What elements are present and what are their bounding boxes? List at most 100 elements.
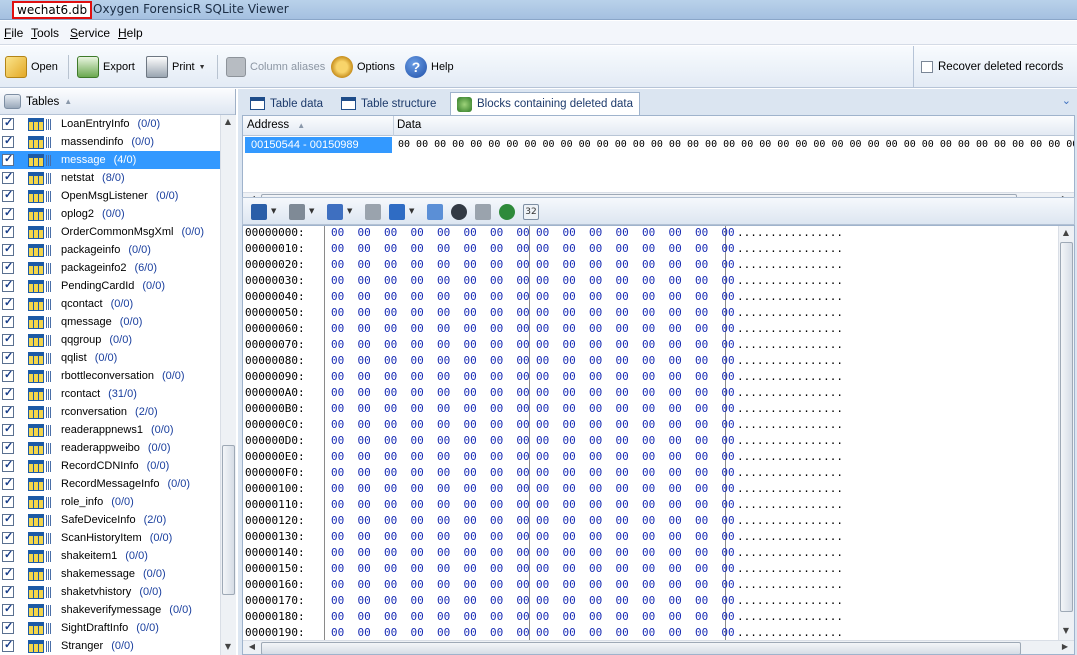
hex-ascii[interactable]: ................ xyxy=(737,322,843,335)
hex-vertical-scrollbar[interactable]: ▲ ▼ xyxy=(1058,226,1074,640)
hex-bytes-group[interactable]: 00 00 00 00 00 00 00 00 xyxy=(536,514,735,527)
hex-bytes-group[interactable]: 00 00 00 00 00 00 00 00 xyxy=(536,418,735,431)
table-list-item[interactable]: ScanHistoryItem (0/0) xyxy=(0,529,220,547)
checkbox-checked-icon[interactable] xyxy=(2,584,14,598)
hex-ascii[interactable]: ................ xyxy=(737,402,843,415)
tab-table-data[interactable]: Table data xyxy=(244,92,329,115)
hex-ascii[interactable]: ................ xyxy=(737,594,843,607)
recover-deleted-records-checkbox[interactable]: Recover deleted records xyxy=(913,46,1077,88)
hex-line[interactable]: 00000130: 00 00 00 00 00 00 00 00 00 00 00… xyxy=(243,530,1058,546)
menu-help[interactable]: Help xyxy=(118,26,143,40)
hex-line[interactable]: 000000F0: 00 00 00 00 00 00 00 00 00 00 00… xyxy=(243,466,1058,482)
hex-bytes-group[interactable]: 00 00 00 00 00 00 00 00 xyxy=(331,418,530,431)
scroll-up-icon[interactable]: ▲ xyxy=(1059,228,1073,237)
hex-ascii[interactable]: ................ xyxy=(737,610,843,623)
hex-ascii[interactable]: ................ xyxy=(737,530,843,543)
column-aliases-button[interactable]: Column aliases xyxy=(226,54,325,80)
scrollbar-thumb[interactable] xyxy=(222,445,235,595)
table-list-item[interactable]: readerappweibo (0/0) xyxy=(0,439,220,457)
hex-bytes-group[interactable]: 00 00 00 00 00 00 00 00 xyxy=(536,546,735,559)
hex-bytes-group[interactable]: 00 00 00 00 00 00 00 00 xyxy=(331,354,530,367)
hex-bytes-group[interactable]: 00 00 00 00 00 00 00 00 xyxy=(536,402,735,415)
hex-bytes-group[interactable]: 00 00 00 00 00 00 00 00 xyxy=(331,258,530,271)
tables-header[interactable]: Tables ▲ xyxy=(0,89,235,115)
hex-line[interactable]: 00000120: 00 00 00 00 00 00 00 00 00 00 00… xyxy=(243,514,1058,530)
copy-disabled-icon[interactable] xyxy=(365,204,381,220)
checkbox-checked-icon[interactable] xyxy=(2,116,14,130)
tab-table-structure[interactable]: Table structure xyxy=(335,92,442,115)
table-list-item[interactable]: rcontact (31/0) xyxy=(0,385,220,403)
hex-ascii[interactable]: ................ xyxy=(737,466,843,479)
checkbox-checked-icon[interactable] xyxy=(2,242,14,256)
hex-line[interactable]: 00000110: 00 00 00 00 00 00 00 00 00 00 00… xyxy=(243,498,1058,514)
data-cell[interactable]: 00 00 00 00 00 00 00 00 00 00 00 00 00 0… xyxy=(398,137,1074,153)
collapse-chevron-icon[interactable]: ⌄ xyxy=(1062,94,1071,107)
hex-bytes-group[interactable]: 00 00 00 00 00 00 00 00 xyxy=(331,322,530,335)
hex-bytes-group[interactable]: 00 00 00 00 00 00 00 00 xyxy=(331,610,530,623)
bytes-per-row-icon[interactable]: 32 xyxy=(523,204,539,220)
hex-line[interactable]: 00000140: 00 00 00 00 00 00 00 00 00 00 00… xyxy=(243,546,1058,562)
table-list-item[interactable]: shakeverifymessage (0/0) xyxy=(0,601,220,619)
tables-scrollbar[interactable]: ▲ ▼ xyxy=(220,115,236,655)
hex-ascii[interactable]: ................ xyxy=(737,482,843,495)
hex-ascii[interactable]: ................ xyxy=(737,290,843,303)
hex-bytes-group[interactable]: 00 00 00 00 00 00 00 00 xyxy=(536,482,735,495)
hex-ascii[interactable]: ................ xyxy=(737,338,843,351)
font-icon[interactable] xyxy=(327,204,343,220)
hex-bytes-group[interactable]: 00 00 00 00 00 00 00 00 xyxy=(536,562,735,575)
checkbox-checked-icon[interactable] xyxy=(2,170,14,184)
hex-ascii[interactable]: ................ xyxy=(737,514,843,527)
hex-bytes-group[interactable]: 00 00 00 00 00 00 00 00 xyxy=(331,450,530,463)
table-list-item[interactable]: message (4/0) xyxy=(0,151,220,169)
hex-ascii[interactable]: ................ xyxy=(737,450,843,463)
hex-ascii[interactable]: ................ xyxy=(737,242,843,255)
hex-ascii[interactable]: ................ xyxy=(737,418,843,431)
address-cell[interactable]: 00150544 - 00150989 xyxy=(245,137,392,153)
hex-bytes-group[interactable]: 00 00 00 00 00 00 00 00 xyxy=(536,530,735,543)
hex-bytes-group[interactable]: 00 00 00 00 00 00 00 00 xyxy=(331,498,530,511)
scrollbar-thumb[interactable] xyxy=(261,642,1021,654)
help-button[interactable]: ? Help xyxy=(405,54,454,80)
checkbox-checked-icon[interactable] xyxy=(2,134,14,148)
hex-bytes-group[interactable]: 00 00 00 00 00 00 00 00 xyxy=(331,242,530,255)
options-button[interactable]: Options xyxy=(331,54,395,80)
hex-bytes-group[interactable]: 00 00 00 00 00 00 00 00 xyxy=(536,578,735,591)
checkbox-checked-icon[interactable] xyxy=(2,278,14,292)
scroll-up-icon[interactable]: ▲ xyxy=(221,117,235,126)
export-button[interactable]: Export xyxy=(77,54,135,80)
checkbox-checked-icon[interactable] xyxy=(2,458,14,472)
checkbox-checked-icon[interactable] xyxy=(2,386,14,400)
checkbox-checked-icon[interactable] xyxy=(2,350,14,364)
hex-ascii[interactable]: ................ xyxy=(737,274,843,287)
hex-ascii[interactable]: ................ xyxy=(737,226,843,239)
hex-line[interactable]: 00000050: 00 00 00 00 00 00 00 00 00 00 00… xyxy=(243,306,1058,322)
hex-bytes-group[interactable]: 00 00 00 00 00 00 00 00 xyxy=(536,626,735,639)
hex-bytes-group[interactable]: 00 00 00 00 00 00 00 00 xyxy=(536,306,735,319)
hex-line[interactable]: 00000150: 00 00 00 00 00 00 00 00 00 00 00… xyxy=(243,562,1058,578)
hex-bytes-group[interactable]: 00 00 00 00 00 00 00 00 xyxy=(331,290,530,303)
table-list-item[interactable]: packageinfo (0/0) xyxy=(0,241,220,259)
checkbox-checked-icon[interactable] xyxy=(2,548,14,562)
scroll-down-icon[interactable]: ▼ xyxy=(221,642,235,651)
checkbox-checked-icon[interactable] xyxy=(2,206,14,220)
table-list-item[interactable]: oplog2 (0/0) xyxy=(0,205,220,223)
goto-arrow-icon[interactable] xyxy=(499,204,515,220)
hex-line[interactable]: 00000170: 00 00 00 00 00 00 00 00 00 00 00… xyxy=(243,594,1058,610)
hex-ascii[interactable]: ................ xyxy=(737,370,843,383)
scrollbar-thumb[interactable] xyxy=(1060,242,1073,612)
hex-ascii[interactable]: ................ xyxy=(737,578,843,591)
table-list-item[interactable]: readerappnews1 (0/0) xyxy=(0,421,220,439)
hex-bytes-group[interactable]: 00 00 00 00 00 00 00 00 xyxy=(536,354,735,367)
hex-bytes-group[interactable]: 00 00 00 00 00 00 00 00 xyxy=(331,546,530,559)
hex-bytes-group[interactable]: 00 00 00 00 00 00 00 00 xyxy=(536,466,735,479)
checkbox-checked-icon[interactable] xyxy=(2,530,14,544)
checkbox-checked-icon[interactable] xyxy=(2,332,14,346)
table-list-item[interactable]: shakemessage (0/0) xyxy=(0,565,220,583)
hex-horizontal-scrollbar[interactable]: ◀ ▶ xyxy=(243,640,1074,654)
hex-line[interactable]: 000000B0: 00 00 00 00 00 00 00 00 00 00 00… xyxy=(243,402,1058,418)
hex-bytes-group[interactable]: 00 00 00 00 00 00 00 00 xyxy=(536,498,735,511)
hex-bytes-group[interactable]: 00 00 00 00 00 00 00 00 xyxy=(331,338,530,351)
hex-bytes-group[interactable]: 00 00 00 00 00 00 00 00 xyxy=(331,466,530,479)
hex-line[interactable]: 00000020: 00 00 00 00 00 00 00 00 00 00 00… xyxy=(243,258,1058,274)
hex-bytes-group[interactable]: 00 00 00 00 00 00 00 00 xyxy=(331,578,530,591)
